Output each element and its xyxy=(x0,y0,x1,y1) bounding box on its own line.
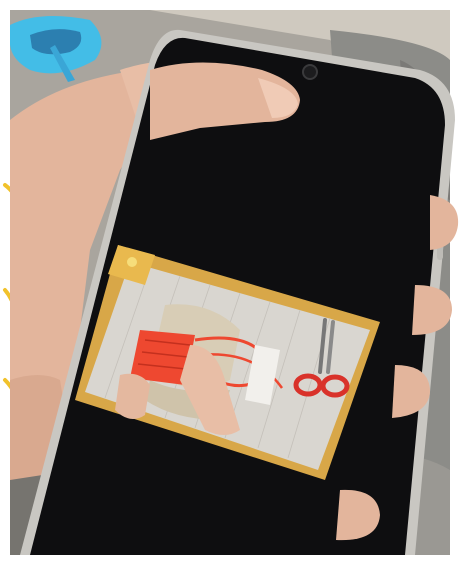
front-camera xyxy=(302,64,318,80)
photo-scene xyxy=(0,0,462,565)
photo xyxy=(0,0,462,565)
